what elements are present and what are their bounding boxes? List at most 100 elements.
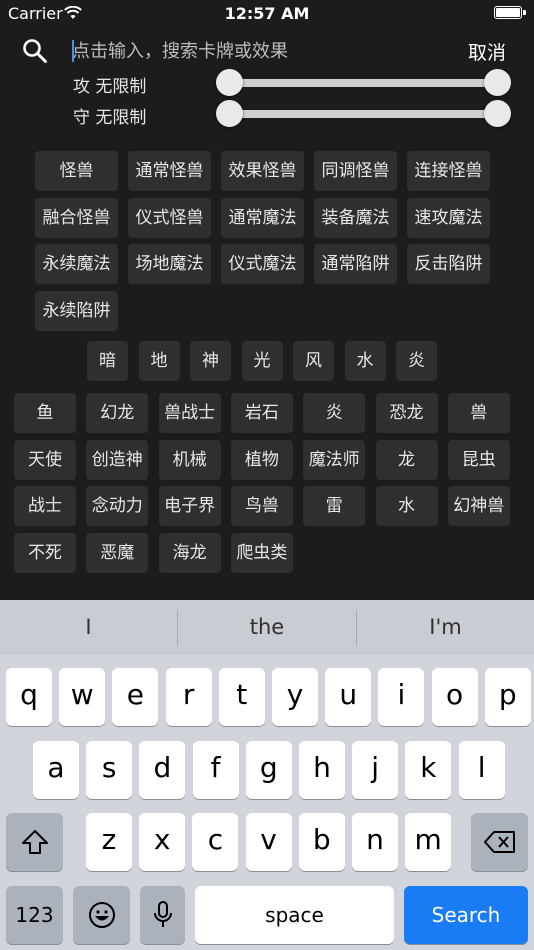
race-chip[interactable]: 念动力 [86,486,149,526]
race-chip[interactable]: 植物 [230,439,293,480]
space-key[interactable]: space [195,886,394,944]
race-chip[interactable]: 鸟兽 [230,486,293,526]
attribute-chip[interactable]: 水 [344,341,386,381]
key-i[interactable]: i [378,668,425,726]
card-type-chip[interactable]: 怪兽 [35,151,118,191]
backspace-icon [483,831,515,853]
key-u[interactable]: u [325,668,372,726]
dictation-key[interactable] [140,886,185,944]
key-y[interactable]: y [272,668,318,726]
card-type-chip[interactable]: 永续魔法 [35,244,118,284]
shift-key[interactable] [6,813,63,871]
key-m[interactable]: m [405,813,452,871]
race-chip[interactable]: 幻神兽 [447,486,510,526]
card-type-chip[interactable]: 效果怪兽 [221,151,304,191]
race-chip[interactable]: 雷 [303,486,366,526]
race-chip[interactable]: 电子界 [158,486,221,526]
cancel-button[interactable]: 取消 [468,38,506,65]
race-chip[interactable]: 创造神 [86,439,149,480]
key-k[interactable]: k [405,741,452,799]
card-type-chip[interactable]: 同调怪兽 [314,151,397,191]
suggestion-1[interactable]: I [0,600,177,655]
key-g[interactable]: g [245,741,292,799]
key-d[interactable]: d [139,741,186,799]
atk-range-slider[interactable] [228,79,498,87]
atk-max-handle[interactable] [484,69,511,96]
suggestion-bar: I the I'm [0,600,534,655]
key-p[interactable]: p [484,668,531,726]
attribute-chip[interactable]: 地 [138,341,180,381]
attribute-chip[interactable]: 暗 [87,341,128,381]
race-chip[interactable]: 海龙 [158,532,221,573]
race-chip[interactable]: 爬虫类 [230,532,293,573]
card-type-chip[interactable]: 融合怪兽 [35,197,118,238]
race-chip[interactable]: 魔法师 [303,439,366,480]
search-key[interactable]: Search [404,886,528,944]
card-type-chip[interactable]: 通常怪兽 [128,151,211,191]
key-z[interactable]: z [86,813,132,871]
attribute-chip[interactable]: 风 [293,341,334,381]
race-chip[interactable]: 不死 [14,532,76,573]
battery-tip [523,10,526,15]
key-l[interactable]: l [458,741,505,799]
race-chip[interactable]: 恐龙 [375,393,438,433]
card-type-chip[interactable]: 永续陷阱 [35,290,118,331]
search-input[interactable] [72,36,452,66]
race-chip[interactable]: 昆虫 [447,439,510,480]
key-v[interactable]: v [245,813,292,871]
race-chip[interactable]: 炎 [303,393,366,433]
card-type-chip[interactable]: 反击陷阱 [407,244,490,284]
key-a[interactable]: a [33,741,79,799]
atk-filter-label: 攻 无限制 [73,77,147,97]
key-n[interactable]: n [352,813,398,871]
keyboard: I the I'm qwertyuiop asdfghjkl zxcvbnm 123 [0,600,534,950]
race-chip[interactable]: 战士 [14,486,76,526]
def-max-handle[interactable] [484,100,511,127]
def-range-slider[interactable] [228,110,498,118]
key-f[interactable]: f [192,741,239,799]
key-w[interactable]: w [59,668,106,726]
clock: 12:57 AM [224,4,310,23]
key-o[interactable]: o [431,668,478,726]
atk-min-handle[interactable] [216,69,243,96]
race-chip[interactable]: 机械 [158,439,221,480]
card-type-chip[interactable]: 通常魔法 [221,197,304,238]
numbers-key[interactable]: 123 [6,886,63,944]
key-s[interactable]: s [86,741,133,799]
key-b[interactable]: b [298,813,345,871]
key-r[interactable]: r [165,668,212,726]
attribute-chip[interactable]: 炎 [396,341,437,381]
race-chip[interactable]: 龙 [375,439,438,480]
card-type-chip[interactable]: 场地魔法 [128,244,211,284]
emoji-key[interactable] [73,886,130,944]
card-type-chip[interactable]: 仪式怪兽 [128,197,211,238]
race-chip[interactable]: 岩石 [230,393,293,433]
race-chip[interactable]: 水 [375,486,438,526]
key-c[interactable]: c [192,813,239,871]
suggestion-2[interactable]: the [178,600,356,655]
attribute-chip[interactable]: 光 [241,341,283,381]
card-type-chip[interactable]: 速攻魔法 [407,197,490,238]
suggestion-3[interactable]: I'm [357,600,534,655]
race-chip[interactable]: 兽战士 [158,393,221,433]
delete-key[interactable] [471,813,528,871]
key-e[interactable]: e [112,668,159,726]
key-t[interactable]: t [218,668,265,726]
microphone-icon [153,901,172,927]
key-j[interactable]: j [352,741,399,799]
race-chip[interactable]: 恶魔 [86,532,149,573]
race-chip[interactable]: 兽 [447,393,510,433]
card-type-chip[interactable]: 连接怪兽 [407,151,490,191]
card-type-chip[interactable]: 装备魔法 [314,197,397,238]
race-chip[interactable]: 天使 [14,439,76,480]
search-icon[interactable] [22,38,48,64]
card-type-chip[interactable]: 通常陷阱 [314,244,397,284]
attribute-chip[interactable]: 神 [190,341,231,381]
key-x[interactable]: x [139,813,186,871]
key-q[interactable]: q [6,668,52,726]
race-chip[interactable]: 幻龙 [86,393,149,433]
card-type-chip[interactable]: 仪式魔法 [221,244,304,284]
key-h[interactable]: h [299,741,345,799]
def-min-handle[interactable] [216,100,243,127]
race-chip[interactable]: 鱼 [14,393,76,433]
